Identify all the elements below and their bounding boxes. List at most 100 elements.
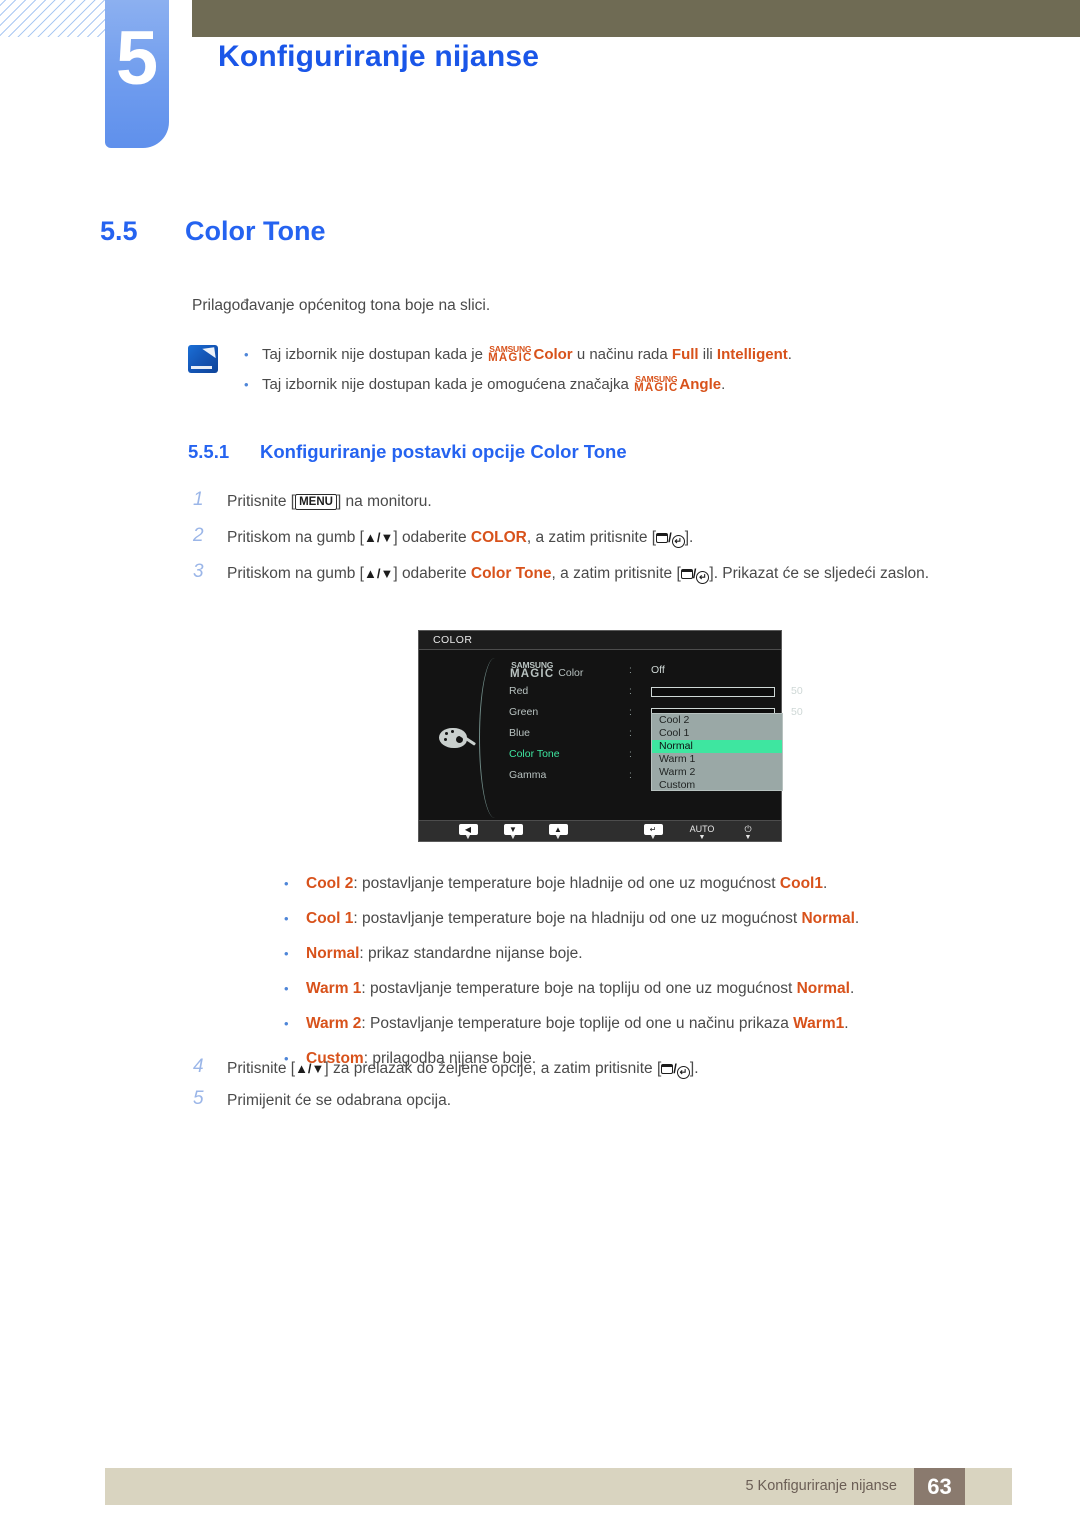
osd-colon: :	[629, 685, 632, 697]
chapter-number-badge: 5	[105, 0, 169, 148]
palette-icon	[439, 724, 477, 750]
step-number: 2	[193, 525, 204, 546]
power-button[interactable]: ⏻ ▼	[736, 824, 760, 841]
enter-icon: ↵	[696, 571, 710, 584]
note-list: Taj izbornik nije dostupan kada je SAMSU…	[188, 340, 1008, 400]
step-text: , a zatim pritisnite [	[526, 529, 657, 546]
osd-title: COLOR	[419, 631, 781, 650]
color-tone-dropdown[interactable]: Cool 2 Cool 1 Normal Warm 1 Warm 2 Custo…	[651, 713, 783, 791]
source-box-icon	[661, 1064, 674, 1074]
step-text: ] na monitoru.	[336, 493, 432, 510]
osd-colon: :	[629, 664, 632, 676]
osd-button-bar: ◀ ▼ ▼ ▼ ▲ ▼ ↵ ▼ AUTO ▼ ⏻ ▼	[419, 820, 781, 841]
magic-bottom: MAGIC	[488, 352, 533, 364]
step-highlight: Color Tone	[470, 565, 552, 582]
osd-row-label: Gamma	[509, 769, 547, 781]
note-text-pre: Taj izbornik nije dostupan kada je omogu…	[262, 376, 634, 393]
dropdown-item-cool1[interactable]: Cool 1	[652, 727, 782, 740]
step-text: Pritiskom na gumb [	[227, 565, 364, 582]
section-number: 5.5	[100, 216, 138, 246]
auto-button[interactable]: AUTO ▼	[685, 824, 719, 841]
option-desc: Postavljanje temperature boje toplije od…	[370, 1015, 794, 1032]
list-item: Warm 1: postavljanje temperature boje na…	[272, 971, 1022, 1006]
section-intro-text: Prilagođavanje općenitog tona boje na sl…	[192, 297, 491, 314]
magic-bottom: MAGIC	[634, 382, 679, 394]
magic-word: Color	[533, 346, 573, 363]
option-desc: postavljanje temperature boje na hladnij…	[362, 910, 802, 927]
option-sep: :	[353, 875, 362, 892]
step-item: 4 Pritisnite [▲/▼] za prelazak do željene…	[193, 1056, 993, 1081]
enter-button[interactable]: ↵ ▼	[641, 824, 665, 841]
subsection-title: Konfiguriranje postavki opcije Color Ton…	[260, 441, 627, 462]
subsection-number: 5.5.1	[188, 441, 230, 462]
option-post: .	[849, 980, 855, 997]
updown-arrow-icon: ▲/▼	[363, 530, 394, 545]
osd-colon: :	[629, 748, 632, 760]
option-post: .	[854, 910, 860, 927]
updown-arrow-icon: ▲/▼	[295, 1061, 325, 1076]
step-text: ] za prelazak do željene opcije, a zatim…	[324, 1060, 662, 1077]
enter-icon: ↵	[671, 535, 685, 548]
option-term: Normal	[306, 945, 360, 962]
button-caret: ▼	[744, 834, 752, 841]
option-term: Cool 1	[306, 910, 354, 927]
option-sep: :	[361, 1015, 371, 1032]
option-post: .	[844, 1015, 849, 1032]
option-term: Warm 1	[306, 980, 362, 997]
option-desc: postavljanje temperature boje na topliju…	[370, 980, 797, 997]
enter-icon: ↵	[676, 1066, 690, 1079]
osd-row-label: Color Tone	[509, 748, 560, 760]
osd-decorative-curve	[479, 658, 505, 818]
osd-slider-value: 50	[791, 685, 803, 697]
down-arrow-button[interactable]: ▼ ▼	[501, 824, 525, 841]
magic-logo: SAMSUNG MAGIC	[488, 345, 532, 364]
note-highlight-2: Intelligent	[716, 346, 788, 363]
step-number: 1	[193, 489, 204, 510]
step-text: Pritisnite [	[227, 493, 296, 510]
osd-row-red[interactable]: Red : 50	[509, 681, 803, 702]
button-caret: ▼	[649, 834, 657, 841]
option-sep: :	[361, 980, 371, 997]
step-number: 3	[193, 561, 204, 582]
dropdown-item-custom[interactable]: Custom	[652, 779, 782, 792]
osd-colon: :	[629, 727, 632, 739]
osd-slider-value: 50	[791, 706, 803, 718]
list-item: Warm 2: Postavljanje temperature boje to…	[272, 1006, 1022, 1041]
button-caret: ▼	[698, 834, 706, 841]
chapter-title: Konfiguriranje nijanse	[218, 40, 540, 73]
option-desc: postavljanje temperature boje hladnije o…	[362, 875, 780, 892]
dropdown-item-warm1[interactable]: Warm 1	[652, 753, 782, 766]
note-item: Taj izbornik nije dostupan kada je omogu…	[188, 370, 1008, 400]
option-term2: Warm1	[793, 1015, 845, 1032]
option-term2: Normal	[801, 910, 855, 927]
osd-magic-bottom: MAGIC	[510, 668, 555, 680]
page-number-badge: 63	[914, 1468, 965, 1505]
left-arrow-button[interactable]: ◀ ▼	[456, 824, 480, 841]
dropdown-item-cool2[interactable]: Cool 2	[652, 714, 782, 727]
step-text: Pritisnite [	[227, 1060, 296, 1077]
step-number: 4	[193, 1056, 204, 1077]
osd-slider-red[interactable]	[651, 686, 775, 697]
note-text-post: .	[787, 346, 792, 363]
option-term: Warm 2	[306, 1015, 362, 1032]
section-heading: 5.5 Color Tone	[100, 216, 325, 247]
up-arrow-button[interactable]: ▲ ▼	[546, 824, 570, 841]
option-sep: :	[353, 910, 362, 927]
button-caret: ▼	[464, 834, 472, 841]
dropdown-item-warm2[interactable]: Warm 2	[652, 766, 782, 779]
osd-row-magic-color[interactable]: SAMSUNG MAGIC Color : Off	[509, 660, 779, 681]
magic-logo: SAMSUNG MAGIC	[634, 375, 678, 394]
osd-body: SAMSUNG MAGIC Color : Off Red : 50 Green …	[419, 650, 803, 821]
step-text: Pritiskom na gumb [	[227, 529, 364, 546]
step-highlight: COLOR	[470, 529, 527, 546]
note-block: Taj izbornik nije dostupan kada je SAMSU…	[188, 340, 1008, 400]
list-item: Normal: prikaz standardne nijanse boje.	[272, 936, 1022, 971]
osd-menu-screenshot: COLOR SAMSUNGMAGIC Color : Off Red : 50	[418, 630, 803, 842]
list-item: Cool 1: postavljanje temperature boje na…	[272, 901, 1022, 936]
dropdown-item-normal[interactable]: Normal	[652, 740, 782, 753]
header-olive-bar	[192, 0, 1080, 37]
subsection-heading: 5.5.1 Konfiguriranje postavki opcije Colo…	[188, 441, 627, 463]
footer-label: 5 Konfiguriranje nijanse	[745, 1478, 897, 1494]
step-text: ] odaberite	[393, 565, 471, 582]
note-text-pre: Taj izbornik nije dostupan kada je	[262, 346, 488, 363]
